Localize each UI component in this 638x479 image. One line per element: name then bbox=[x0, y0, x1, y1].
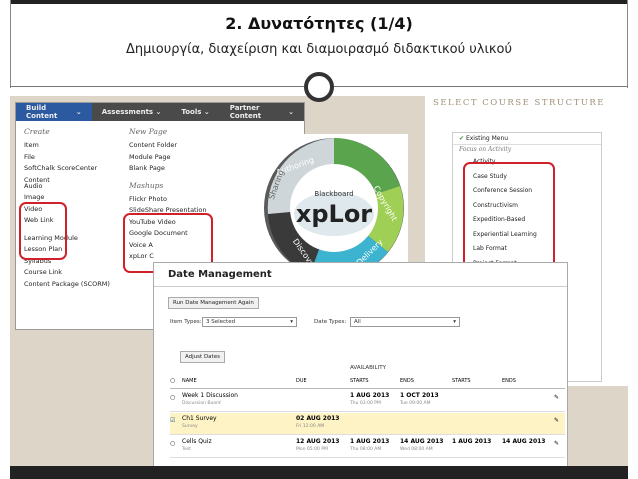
highlight-media-items bbox=[19, 202, 67, 260]
item-types-label: Item Types: bbox=[170, 319, 202, 325]
slide-title: 2. Δυνατότητες (1/4) bbox=[225, 14, 413, 33]
adjust-dates-button[interactable]: Adjust Dates bbox=[180, 351, 225, 363]
menu-item-audio[interactable]: Audio bbox=[24, 181, 124, 193]
row-end-time: Tue 09:00 AM bbox=[400, 401, 431, 406]
menu-item-file[interactable]: File bbox=[24, 152, 124, 164]
row-end-2: 14 AUG 2013 bbox=[502, 438, 546, 445]
xplor-logo: Authoring Copyright Delivery Discovery S… bbox=[260, 134, 408, 282]
menu-item-item[interactable]: Item bbox=[24, 140, 124, 152]
run-date-management-button[interactable]: Run Date Management Again bbox=[168, 297, 259, 309]
menu-item-content-folder[interactable]: Content Folder bbox=[129, 140, 229, 152]
col-name[interactable]: NAME bbox=[182, 378, 197, 384]
col-ends[interactable]: ENDS bbox=[400, 378, 414, 384]
logo-name: xpLor bbox=[296, 200, 372, 228]
bottom-bar bbox=[10, 466, 628, 479]
row-start-time: Thu 03:00 PM bbox=[350, 401, 381, 406]
menu-item-course-link[interactable]: Course Link bbox=[24, 267, 124, 279]
col-ends-2[interactable]: ENDS bbox=[502, 378, 516, 384]
row-due: 12 AUG 2013 bbox=[296, 438, 340, 445]
row-name: Week 1 Discussion bbox=[182, 392, 238, 399]
logo-brand: Blackboard bbox=[314, 190, 353, 198]
menu-item-softchalk[interactable]: SoftChalk ScoreCenter Content bbox=[24, 163, 124, 184]
date-management-title: Date Management bbox=[154, 263, 567, 287]
focus-activity-heading: Focus on Activity bbox=[459, 146, 512, 153]
table-row[interactable]: ○ Week 1 Discussion Discussion Board 1 A… bbox=[170, 390, 565, 412]
date-management-panel: Date Management Run Date Management Agai… bbox=[153, 262, 568, 468]
row-checkbox[interactable]: ○ bbox=[170, 394, 175, 401]
screenshot-collage: Build Content ⌄ Assessments ⌄ Tools ⌄ Pa… bbox=[10, 96, 628, 468]
chevron-down-icon: ▾ bbox=[453, 319, 456, 325]
menu-item-content-package[interactable]: Content Package (SCORM) bbox=[24, 279, 124, 291]
structure-title: SELECT COURSE STRUCTURE bbox=[433, 98, 606, 108]
table-row[interactable]: ☑ Ch1 Survey Survey 02 AUG 2013 Fri 12:0… bbox=[170, 413, 565, 435]
col-starts-2[interactable]: STARTS bbox=[452, 378, 471, 384]
table-header: ○ NAME DUE STARTS ENDS STARTS ENDS bbox=[170, 375, 565, 389]
row-end: 14 AUG 2013 bbox=[400, 438, 444, 445]
check-icon: ✔ bbox=[459, 135, 465, 142]
row-name: Cells Quiz bbox=[182, 438, 212, 445]
menu-item-flickr[interactable]: Flickr Photo bbox=[129, 194, 229, 206]
existing-menu-option[interactable]: ✔ Existing Menu bbox=[453, 133, 601, 145]
create-heading: Create bbox=[24, 127, 50, 136]
select-all-checkbox[interactable]: ○ bbox=[170, 377, 175, 384]
edit-icon[interactable]: ✎ bbox=[554, 394, 559, 401]
row-start: 1 AUG 2013 bbox=[350, 438, 390, 445]
row-start: 1 AUG 2013 bbox=[350, 392, 390, 399]
menu-bar: Build Content ⌄ Assessments ⌄ Tools ⌄ Pa… bbox=[16, 103, 304, 121]
table-row[interactable]: ○ Cells Quiz Test 12 AUG 2013 Mon 05:00 … bbox=[170, 436, 565, 458]
menu-item-module-page[interactable]: Module Page bbox=[129, 152, 229, 164]
col-starts[interactable]: STARTS bbox=[350, 378, 369, 384]
row-checkbox[interactable]: ○ bbox=[170, 440, 175, 447]
row-end: 1 OCT 2013 bbox=[400, 392, 439, 399]
menu-item-blank-page[interactable]: Blank Page bbox=[129, 163, 229, 175]
slide: 2. Δυνατότητες (1/4) Δημιουργία, διαχείρ… bbox=[0, 0, 638, 479]
tab-partner-content[interactable]: Partner Content ⌄ bbox=[220, 103, 304, 121]
chevron-down-icon: ▾ bbox=[290, 319, 293, 325]
date-types-label: Date Types: bbox=[314, 319, 347, 325]
row-start-time: Thu 08:00 AM bbox=[350, 447, 382, 452]
col-due[interactable]: DUE bbox=[296, 378, 307, 384]
row-due-time: Fri 12:00 AM bbox=[296, 424, 325, 429]
tab-assessments[interactable]: Assessments ⌄ bbox=[92, 103, 172, 121]
item-types-select[interactable]: 3 Selected ▾ bbox=[202, 317, 297, 327]
row-type: Discussion Board bbox=[182, 401, 221, 406]
row-due: 02 AUG 2013 bbox=[296, 415, 340, 422]
availability-heading: AVAILABILITY bbox=[350, 365, 386, 371]
row-checkbox-checked[interactable]: ☑ bbox=[170, 417, 175, 424]
new-page-heading: New Page bbox=[129, 127, 168, 136]
slide-subtitle: Δημιουργία, διαχείριση και διαμοιρασμό δ… bbox=[125, 42, 513, 57]
row-start-2: 1 AUG 2013 bbox=[452, 438, 492, 445]
row-end-time: Wed 08:00 AM bbox=[400, 447, 433, 452]
tab-build-content[interactable]: Build Content ⌄ bbox=[16, 103, 92, 121]
edit-icon[interactable]: ✎ bbox=[554, 440, 559, 447]
row-name: Ch1 Survey bbox=[182, 415, 217, 422]
row-type: Test bbox=[182, 447, 191, 452]
mashups-heading: Mashups bbox=[129, 180, 164, 190]
edit-icon[interactable]: ✎ bbox=[554, 417, 559, 424]
row-due-time: Mon 05:00 PM bbox=[296, 447, 328, 452]
circle-ornament bbox=[304, 72, 334, 102]
row-type: Survey bbox=[182, 424, 198, 429]
date-types-select[interactable]: All ▾ bbox=[350, 317, 460, 327]
tab-tools[interactable]: Tools ⌄ bbox=[171, 103, 219, 121]
